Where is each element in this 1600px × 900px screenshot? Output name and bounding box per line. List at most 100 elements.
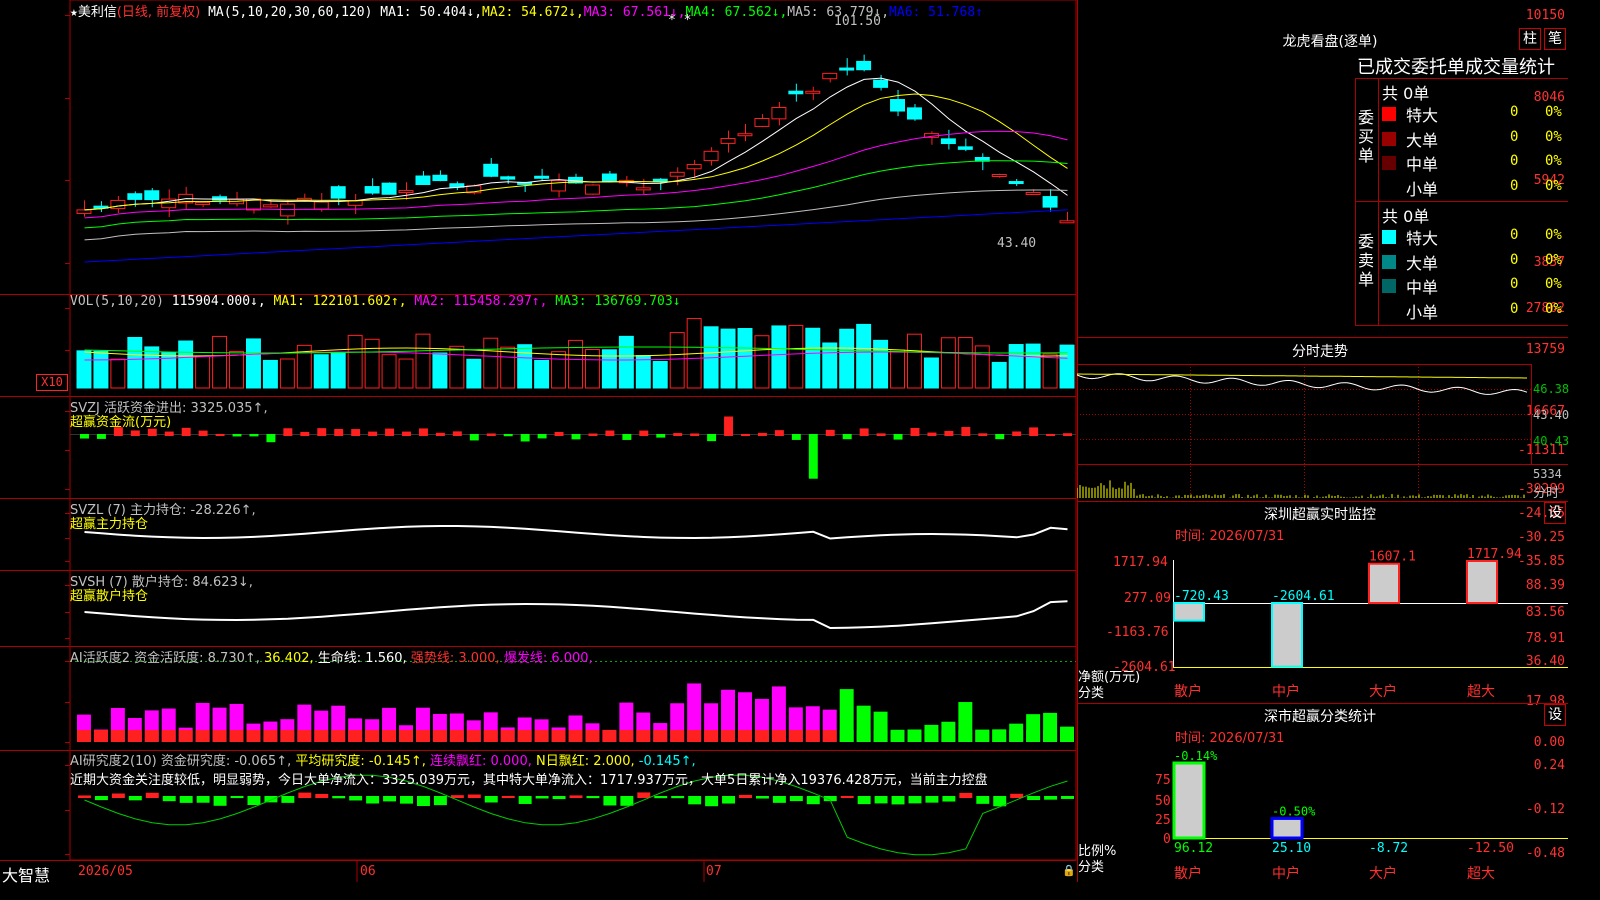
buy-orders-label: 委买单 [1358, 108, 1375, 165]
flow-bar [537, 434, 547, 439]
star-icon[interactable]: ★ [70, 5, 78, 20]
svzj-sub: 超赢资金流(万元) [70, 415, 172, 430]
research-bar [857, 796, 871, 805]
research-bar [535, 796, 549, 799]
candle [432, 174, 448, 182]
research-bar [400, 796, 413, 804]
research-bar [383, 796, 397, 802]
candle [788, 90, 804, 95]
activity-base [941, 730, 956, 742]
activity-base [1043, 730, 1058, 742]
class-bar [1172, 761, 1206, 840]
volume-bar [669, 332, 685, 389]
volume-bar [313, 354, 329, 389]
monitor-bar [1368, 562, 1400, 604]
class-settings-button[interactable]: 设 [1544, 704, 1566, 726]
monitor-bar [1466, 560, 1498, 604]
sell-row-count: 0 [1510, 276, 1519, 292]
volume-bar [788, 324, 804, 389]
flow-bar [232, 434, 242, 437]
flow-bar [605, 430, 615, 436]
flow-bar [808, 434, 818, 479]
flow-bar [724, 416, 734, 436]
buy-row-count: 0 [1510, 104, 1519, 120]
monitor-bar-label: -720.43 [1174, 589, 1229, 604]
activity-base [314, 730, 329, 742]
research-bar [94, 796, 108, 801]
research-bar [722, 796, 736, 804]
date-label: 2026/05 [78, 864, 133, 879]
activity-base [585, 730, 600, 742]
sell-color-swatch [1382, 279, 1396, 293]
ai-research-v5: -0.145↑, [638, 754, 696, 769]
candle [805, 90, 821, 94]
activity-base [687, 730, 702, 742]
vol-ylabel: 13759 [1525, 342, 1565, 357]
activity-base [873, 730, 888, 742]
flow-bar [435, 432, 445, 436]
intraday-unit: 分时 [1533, 486, 1560, 501]
stats-tabs[interactable]: 已成交委托单成交量统计 [1357, 53, 1555, 79]
volume-bar [347, 334, 363, 389]
flow-bar [893, 434, 903, 440]
bar-mode-button[interactable]: 柱 [1519, 28, 1541, 50]
activity-base [788, 730, 803, 742]
vol-label: VOL(5,10,20) [70, 294, 164, 309]
flow-bar [842, 434, 852, 440]
lock-icon[interactable]: 🔒 [1062, 864, 1076, 877]
class-bar-value: -12.50 [1467, 841, 1514, 856]
flow-bar [181, 427, 191, 436]
vol-header: VOL(5,10,20) 115904.000↓, MA1: 122101.60… [70, 294, 681, 309]
buy-row-count: 0 [1510, 128, 1519, 145]
activity-base [805, 730, 820, 742]
volume-bar [618, 335, 634, 389]
flow-bar [825, 429, 835, 436]
chart-mode[interactable]: (日线, 前复权) [117, 5, 200, 20]
sell-color-swatch [1382, 230, 1396, 244]
vol-ma1: MA1: 122101.602↑, [273, 294, 407, 309]
candle [669, 171, 685, 177]
star-marks: * * [668, 13, 692, 28]
buy-color-swatch [1382, 107, 1396, 121]
volume-bar [805, 327, 821, 389]
low-price-mark: 43.40 [997, 236, 1037, 251]
activity-base [415, 730, 430, 742]
class-ylabel: 50 [1155, 794, 1171, 809]
tick-mode-button[interactable]: 笔 [1544, 28, 1566, 50]
activity-base [890, 730, 905, 742]
monitor-title: 深圳超赢实时监控 [1264, 507, 1376, 523]
monitor-unit: 分类 [1078, 686, 1105, 701]
vol-unit-button[interactable]: X10 [36, 374, 68, 391]
flow-bar [1063, 433, 1072, 436]
activity-base [975, 730, 990, 742]
dragon-title: 龙虎看盘(逐单) [1282, 34, 1378, 50]
class-bar-value: 96.12 [1174, 841, 1213, 856]
monitor-settings-button[interactable]: 设 [1544, 502, 1566, 524]
volume-bar [1008, 344, 1024, 389]
candle [907, 107, 922, 120]
intraday-price-line [1077, 373, 1528, 395]
intraday-price-label: 46.38 [1533, 382, 1570, 396]
divider [1355, 201, 1568, 202]
candle [313, 201, 329, 210]
monitor-bar-label: 1607.1 [1369, 550, 1416, 565]
class-category: 超大 [1467, 866, 1495, 882]
sell-orders-label: 委卖单 [1358, 232, 1375, 289]
flow-bar [520, 434, 530, 442]
high-price-mark: 101.50 [834, 14, 881, 29]
research-bar [552, 796, 566, 800]
flow-bar [130, 430, 140, 436]
volume-bar [940, 337, 956, 389]
activity-base [653, 730, 668, 742]
research-bar [1044, 796, 1058, 800]
sell-row-count: 0 [1510, 227, 1519, 243]
monitor-ylabel: 277.09 [1124, 591, 1171, 606]
volume-bar [466, 358, 482, 389]
ai-active-v5: 爆发线: 6.000, [503, 651, 593, 666]
class-bar [1270, 816, 1304, 840]
stock-name[interactable]: 美利信 [78, 5, 117, 20]
intraday-chart[interactable] [1077, 362, 1568, 500]
ai-research-v4: N日飘红: 2.000, [536, 754, 635, 769]
volume-bar [178, 340, 194, 389]
class-bar-value: -8.72 [1369, 841, 1408, 856]
